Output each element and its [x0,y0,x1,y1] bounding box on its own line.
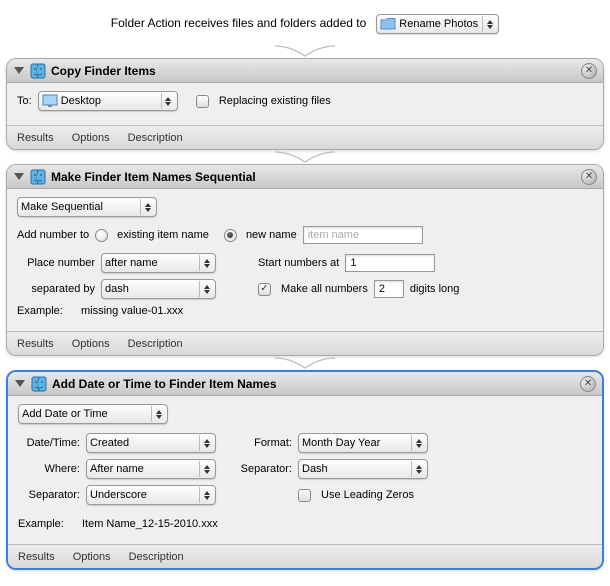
make-all-pre: Make all numbers [281,283,368,295]
popup-arrows-icon [199,461,213,477]
separator2-popup[interactable]: Underscore [86,485,216,505]
replacing-label: Replacing existing files [219,95,331,107]
leading-zeros-label: Use Leading Zeros [321,489,414,501]
footer-description[interactable]: Description [129,551,184,563]
footer-description[interactable]: Description [128,338,183,350]
action-add-date-time: Add Date or Time to Finder Item Names ✕ … [6,370,604,570]
footer-results[interactable]: Results [18,551,55,563]
to-label: To: [17,95,32,107]
destination-popup[interactable]: Desktop [38,91,178,111]
close-icon[interactable]: ✕ [580,376,596,392]
radio-new-label: new name [246,229,297,241]
popup-arrows-icon [199,487,213,503]
place-number-label: Place number [17,257,95,269]
folder-action-prefix: Folder Action receives files and folders… [111,16,366,30]
finder-icon [30,169,46,185]
leading-zeros-checkbox[interactable] [298,489,311,502]
folder-icon [380,17,396,31]
action-header[interactable]: Copy Finder Items ✕ [7,59,603,83]
radio-existing[interactable] [95,229,108,242]
footer-options[interactable]: Options [72,132,110,144]
disclosure-icon[interactable] [13,171,25,183]
popup-arrows-icon [411,435,425,451]
example-value: Item Name_12-15-2010.xxx [82,518,218,530]
popup-arrows-icon [199,281,213,297]
format-popup[interactable]: Month Day Year [298,433,428,453]
where-label: Where: [18,463,80,475]
separator1-popup[interactable]: Dash [298,459,428,479]
action-title: Make Finder Item Names Sequential [51,170,576,184]
separator2-label: Separator: [18,489,80,501]
desktop-icon [42,94,58,108]
place-number-popup[interactable]: after name [101,253,216,273]
mode-popup[interactable]: Make Sequential [17,197,157,217]
action-title: Copy Finder Items [51,64,576,78]
popup-arrows-icon [161,93,175,109]
start-numbers-label: Start numbers at [258,257,339,269]
separated-by-label: separated by [17,283,95,295]
action-header[interactable]: Make Finder Item Names Sequential ✕ [7,165,603,189]
footer-options[interactable]: Options [73,551,111,563]
new-name-input[interactable] [303,226,423,244]
separator1-label: Separator: [222,463,292,475]
example-label: Example: [18,518,64,530]
action-copy-finder-items: Copy Finder Items ✕ To: Desktop Replacin… [6,58,604,150]
radio-existing-label: existing item name [117,229,209,241]
separated-by-popup[interactable]: dash [101,279,216,299]
action-make-sequential: Make Finder Item Names Sequential ✕ Make… [6,164,604,356]
make-all-post: digits long [410,283,460,295]
footer-results[interactable]: Results [17,338,54,350]
finder-icon [31,376,47,392]
popup-arrows-icon [151,406,165,422]
mode-popup[interactable]: Add Date or Time [18,404,168,424]
close-icon[interactable]: ✕ [581,169,597,185]
footer-results[interactable]: Results [17,132,54,144]
replacing-checkbox[interactable] [196,95,209,108]
footer-options[interactable]: Options [72,338,110,350]
format-label: Format: [222,437,292,449]
destination-label: Desktop [61,95,161,107]
action-title: Add Date or Time to Finder Item Names [52,377,575,391]
disclosure-icon[interactable] [14,378,26,390]
datetime-label: Date/Time: [18,437,80,449]
example-label: Example: [17,305,63,317]
mode-label: Add Date or Time [22,408,151,420]
target-folder-popup[interactable]: Rename Photos [376,14,499,34]
datetime-popup[interactable]: Created [86,433,216,453]
make-all-numbers-checkbox[interactable] [258,283,271,296]
disclosure-icon[interactable] [13,65,25,77]
radio-new[interactable] [224,229,237,242]
footer-description[interactable]: Description [128,132,183,144]
action-header[interactable]: Add Date or Time to Finder Item Names ✕ [8,372,602,396]
digits-input[interactable] [374,280,404,298]
target-folder-label: Rename Photos [399,18,482,30]
start-numbers-input[interactable] [345,254,435,272]
popup-arrows-icon [140,199,154,215]
example-value: missing value-01.xxx [81,305,183,317]
popup-arrows-icon [482,16,496,32]
add-number-label: Add number to [17,229,89,241]
close-icon[interactable]: ✕ [581,63,597,79]
finder-icon [30,63,46,79]
popup-arrows-icon [411,461,425,477]
where-popup[interactable]: After name [86,459,216,479]
popup-arrows-icon [199,435,213,451]
popup-arrows-icon [199,255,213,271]
mode-label: Make Sequential [21,201,140,213]
